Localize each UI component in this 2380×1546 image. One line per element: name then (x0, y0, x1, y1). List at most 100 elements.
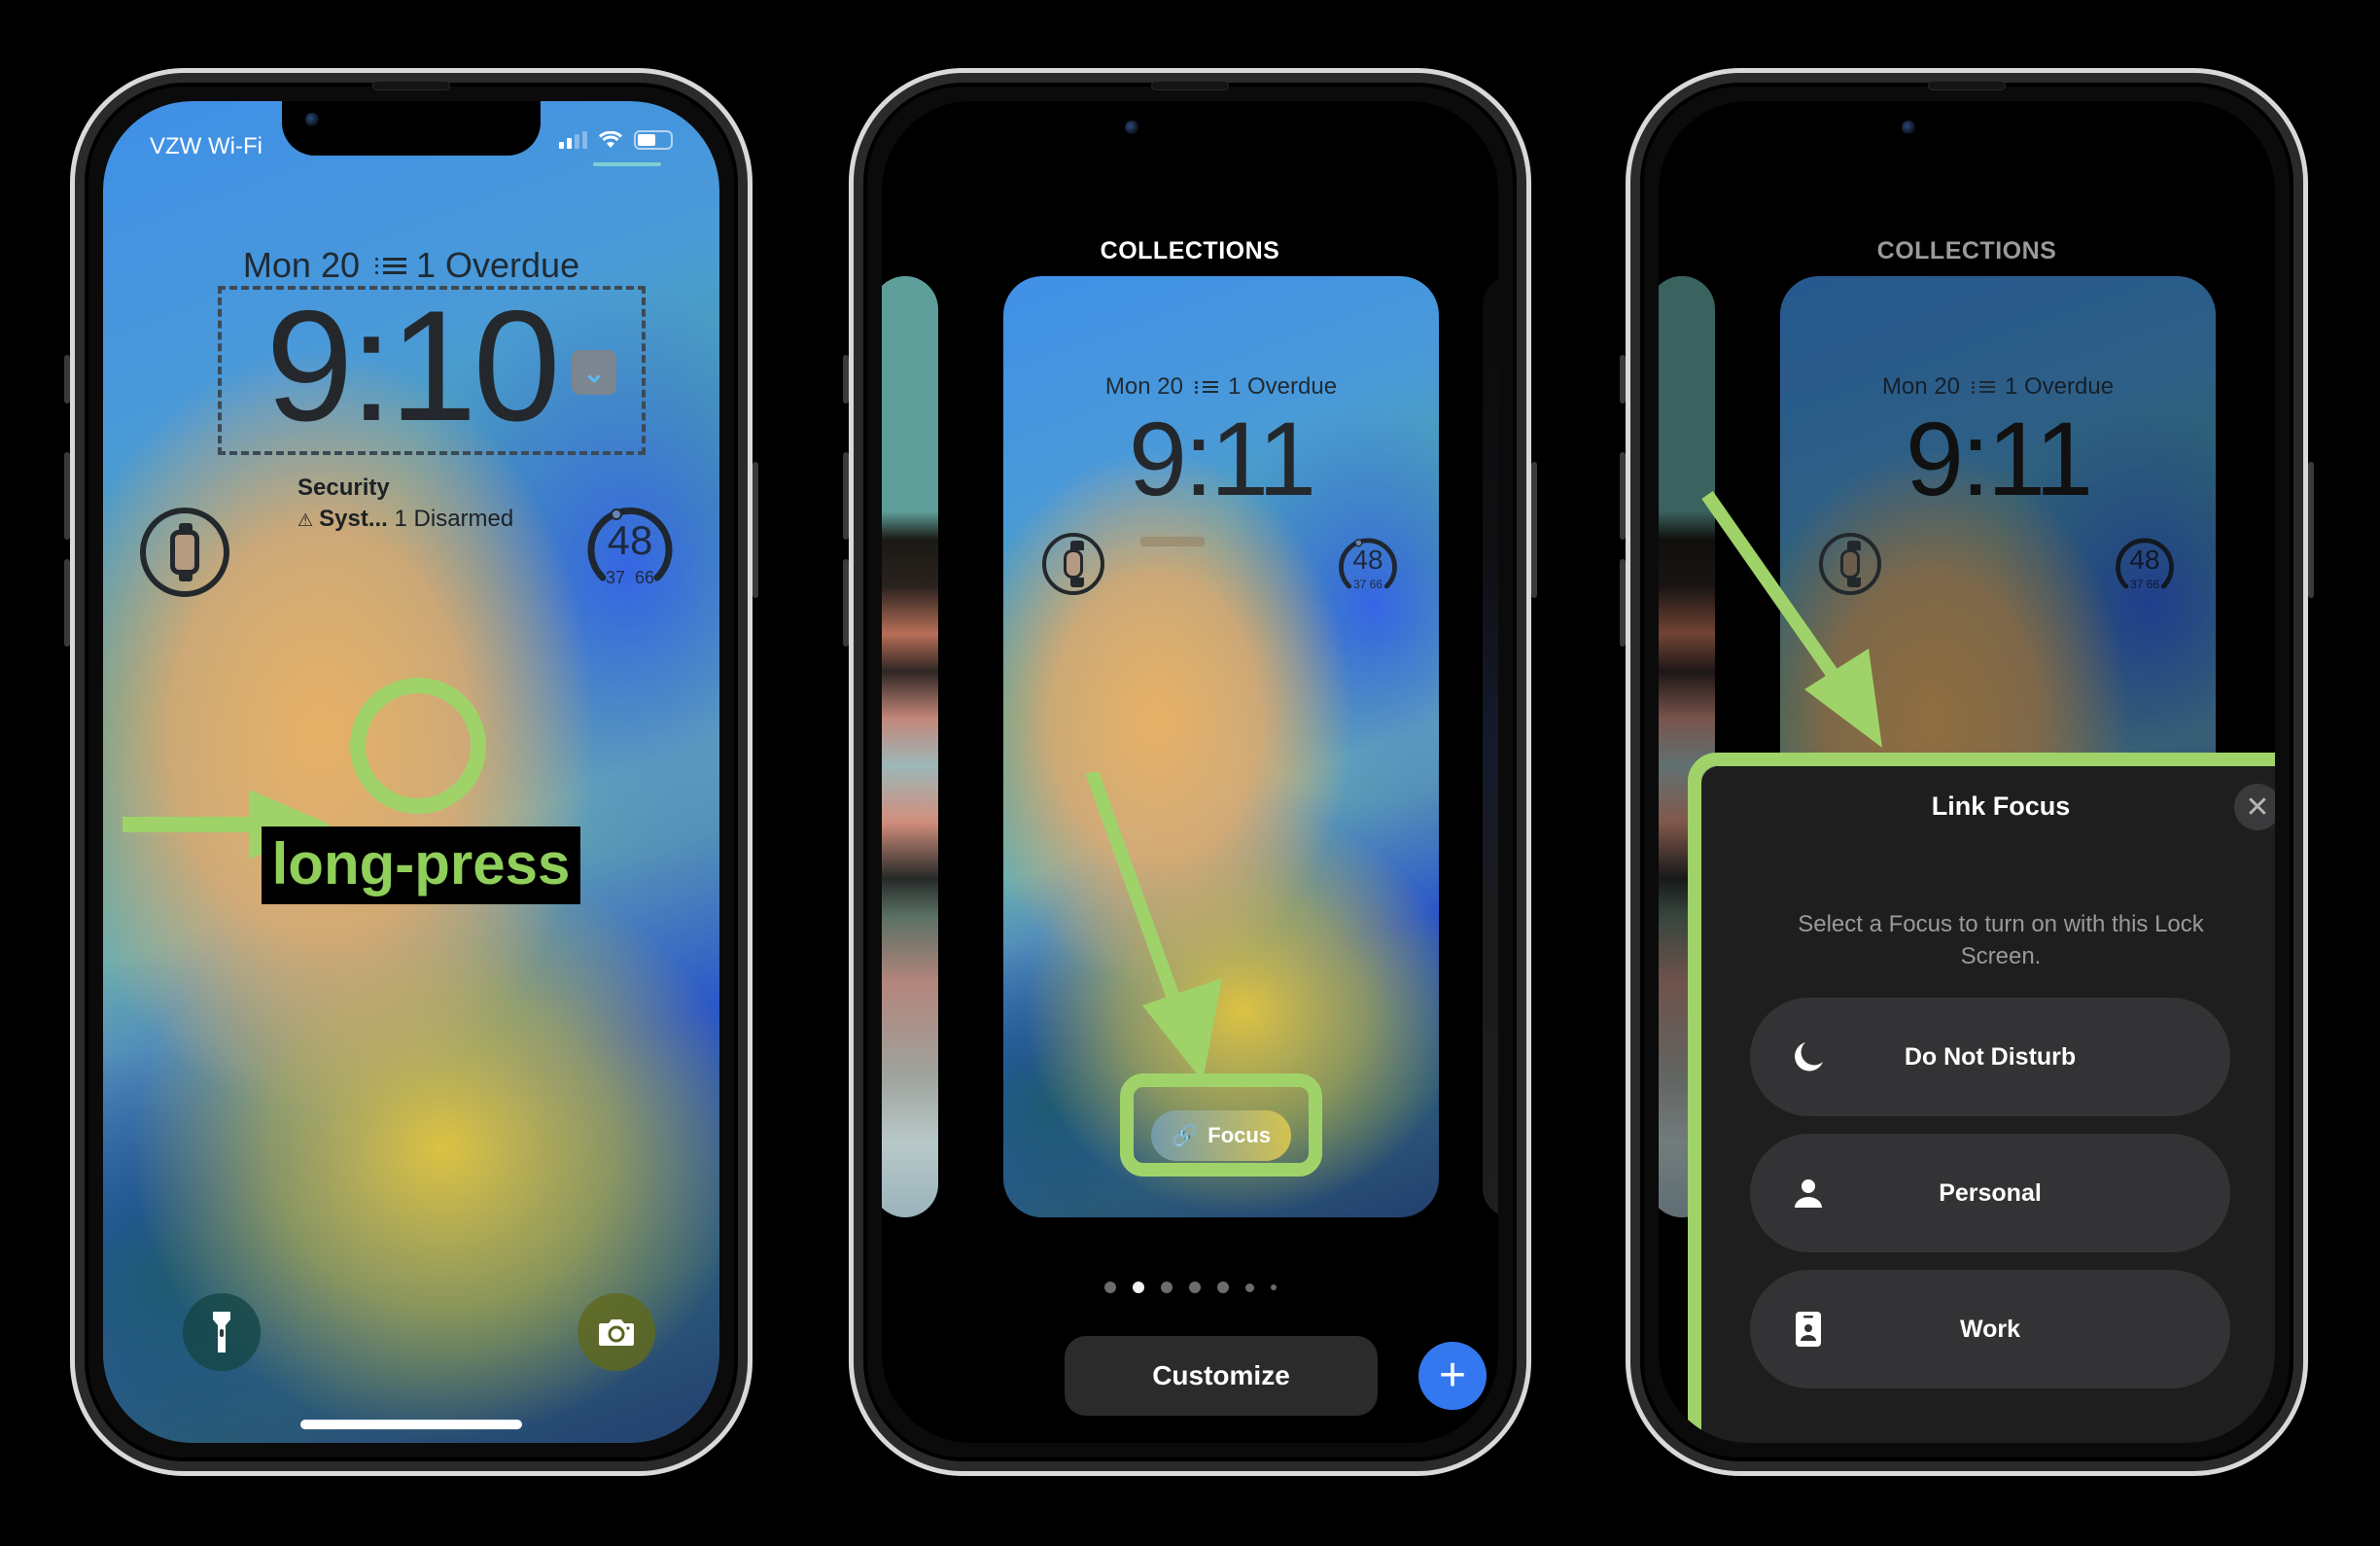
volume-down-button (1620, 559, 1626, 647)
add-wallpaper-button[interactable]: + (1418, 1342, 1487, 1410)
pager-dot[interactable] (1160, 1282, 1172, 1293)
date-reminder-row: Mon 20 1 Overdue (1003, 373, 1439, 401)
phone-link-focus: COLLECTIONS Mon 20 1 Overdue 9:11 48 37 … (1620, 68, 2314, 1476)
close-icon: ✕ (2245, 791, 2270, 824)
collections-header: COLLECTIONS (1876, 237, 2057, 264)
reminder-label: 1 Overdue (2004, 373, 2115, 400)
focus-option-do-not-disturb[interactable]: Do Not Disturb (1750, 998, 2230, 1116)
silent-switch (64, 355, 70, 404)
silent-switch (843, 355, 849, 404)
screen: COLLECTIONS Mon 20 1 Overdue 9:11 48 37 … (1659, 101, 2275, 1443)
flashlight-icon (213, 1312, 230, 1353)
reminder-label: 1 Overdue (1227, 373, 1338, 400)
weather-gauge-widget: 48 37 66 (2113, 533, 2177, 597)
long-press-label: long-press (262, 826, 580, 904)
camera-button[interactable] (578, 1293, 655, 1371)
screen: COLLECTIONS Mon 20 1 Overdue 9:11 48 37 … (882, 101, 1498, 1443)
status-indicator (593, 162, 661, 166)
customize-button[interactable]: Customize (1065, 1336, 1378, 1416)
power-button (1531, 462, 1537, 598)
weather-temp: 48 (1352, 545, 1383, 575)
security-widget[interactable]: Security ⚠ Syst... 1 Disarmed (298, 474, 513, 533)
signal-icon (559, 131, 587, 149)
volume-up-button (1620, 452, 1626, 540)
annotation-arrow-down (1085, 772, 1222, 1081)
volume-down-button (64, 559, 70, 647)
earpiece-speaker (1928, 81, 2006, 90)
weather-high: 66 (635, 568, 655, 587)
weather-gauge-widget: 48 37 66 (1336, 533, 1400, 597)
weather-range: 37 66 (2113, 578, 2177, 591)
security-status-line: ⚠ Syst... 1 Disarmed (298, 506, 513, 533)
weather-low: 37 (2129, 578, 2144, 591)
person-icon (1791, 1176, 1826, 1211)
wallpaper-card-previous[interactable] (882, 276, 938, 1217)
weather-low: 37 (1352, 578, 1367, 591)
chevron-down-icon[interactable]: ⌄ (572, 350, 616, 395)
wallpaper-card-next[interactable] (1483, 276, 1498, 1217)
date-reminder-row: Mon 20 1 Overdue (1780, 373, 2216, 401)
phone-lock-screen: VZW Wi-Fi Mon 20 1 Overdue 9:10 ⌄ Securi… (64, 68, 758, 1476)
moon-icon (1791, 1039, 1826, 1074)
volume-down-button (843, 559, 849, 647)
status-icons (559, 130, 673, 150)
power-button (2308, 462, 2314, 598)
power-button (752, 462, 758, 598)
volume-up-button (843, 452, 849, 540)
screen: VZW Wi-Fi Mon 20 1 Overdue 9:10 ⌄ Securi… (103, 101, 719, 1443)
date-label: Mon 20 (1104, 373, 1183, 400)
apple-watch-widget[interactable] (140, 508, 229, 597)
clock-time[interactable]: 9:10 (103, 288, 719, 445)
pager-dot[interactable] (1188, 1282, 1201, 1293)
long-press-target-circle (350, 678, 486, 814)
weather-low: 37 (605, 568, 625, 587)
modal-description: Select a Focus to turn on with this Lock… (1798, 911, 2204, 969)
pager-dot[interactable] (1216, 1282, 1229, 1293)
id-badge-icon (1791, 1312, 1826, 1347)
weather-gauge-widget[interactable]: 48 37 66 (583, 500, 677, 593)
focus-option-work[interactable]: Work (1750, 1270, 2230, 1388)
camera-icon (599, 1319, 634, 1346)
link-focus-modal: Link Focus ✕ Select a Focus to turn on w… (1701, 766, 2275, 1443)
front-camera (1125, 121, 1138, 134)
pager-dot-active[interactable] (1132, 1282, 1144, 1293)
list-icon (374, 257, 406, 274)
weather-high: 66 (1369, 578, 1383, 591)
weather-temp: 48 (2129, 545, 2160, 575)
widget-placeholder (1140, 537, 1205, 546)
focus-option-personal[interactable]: Personal (1750, 1134, 2230, 1252)
battery-icon (634, 130, 673, 150)
earpiece-speaker (1151, 81, 1229, 90)
date-label: Mon 20 (1881, 373, 1960, 400)
pager-dot[interactable] (1244, 1282, 1254, 1292)
earpiece-speaker (372, 81, 450, 90)
list-icon (1194, 381, 1218, 394)
apple-watch-widget (1042, 533, 1104, 595)
volume-up-button (64, 452, 70, 540)
home-indicator[interactable] (300, 1420, 522, 1429)
phone-wallpaper-gallery: COLLECTIONS Mon 20 1 Overdue 9:11 48 37 … (843, 68, 1537, 1476)
apple-watch-icon (1064, 541, 1084, 587)
collections-header: COLLECTIONS (1100, 237, 1280, 264)
weather-high: 66 (2146, 578, 2160, 591)
security-system: Syst... (319, 506, 388, 532)
flashlight-button[interactable] (183, 1293, 261, 1371)
siren-icon: ⚠ (298, 510, 314, 530)
clock-time: 9:11 (1128, 400, 1316, 517)
pager-dot[interactable] (1103, 1282, 1116, 1293)
notch (282, 101, 541, 156)
carrier-label: VZW Wi-Fi (150, 133, 262, 159)
modal-title: Link Focus (1931, 791, 2071, 821)
apple-watch-icon (170, 523, 199, 581)
front-camera (1902, 121, 1915, 134)
close-button[interactable]: ✕ (2234, 784, 2275, 830)
front-camera (305, 113, 319, 126)
security-status: 1 Disarmed (394, 506, 514, 532)
list-icon (1971, 381, 1995, 394)
weather-range: 37 66 (583, 568, 677, 588)
annotation-arrow-diagonal (1701, 490, 1882, 748)
weather-range: 37 66 (1336, 578, 1400, 591)
pager-dots[interactable] (882, 1282, 1498, 1293)
pager-dot[interactable] (1270, 1284, 1277, 1290)
security-title: Security (298, 474, 390, 501)
